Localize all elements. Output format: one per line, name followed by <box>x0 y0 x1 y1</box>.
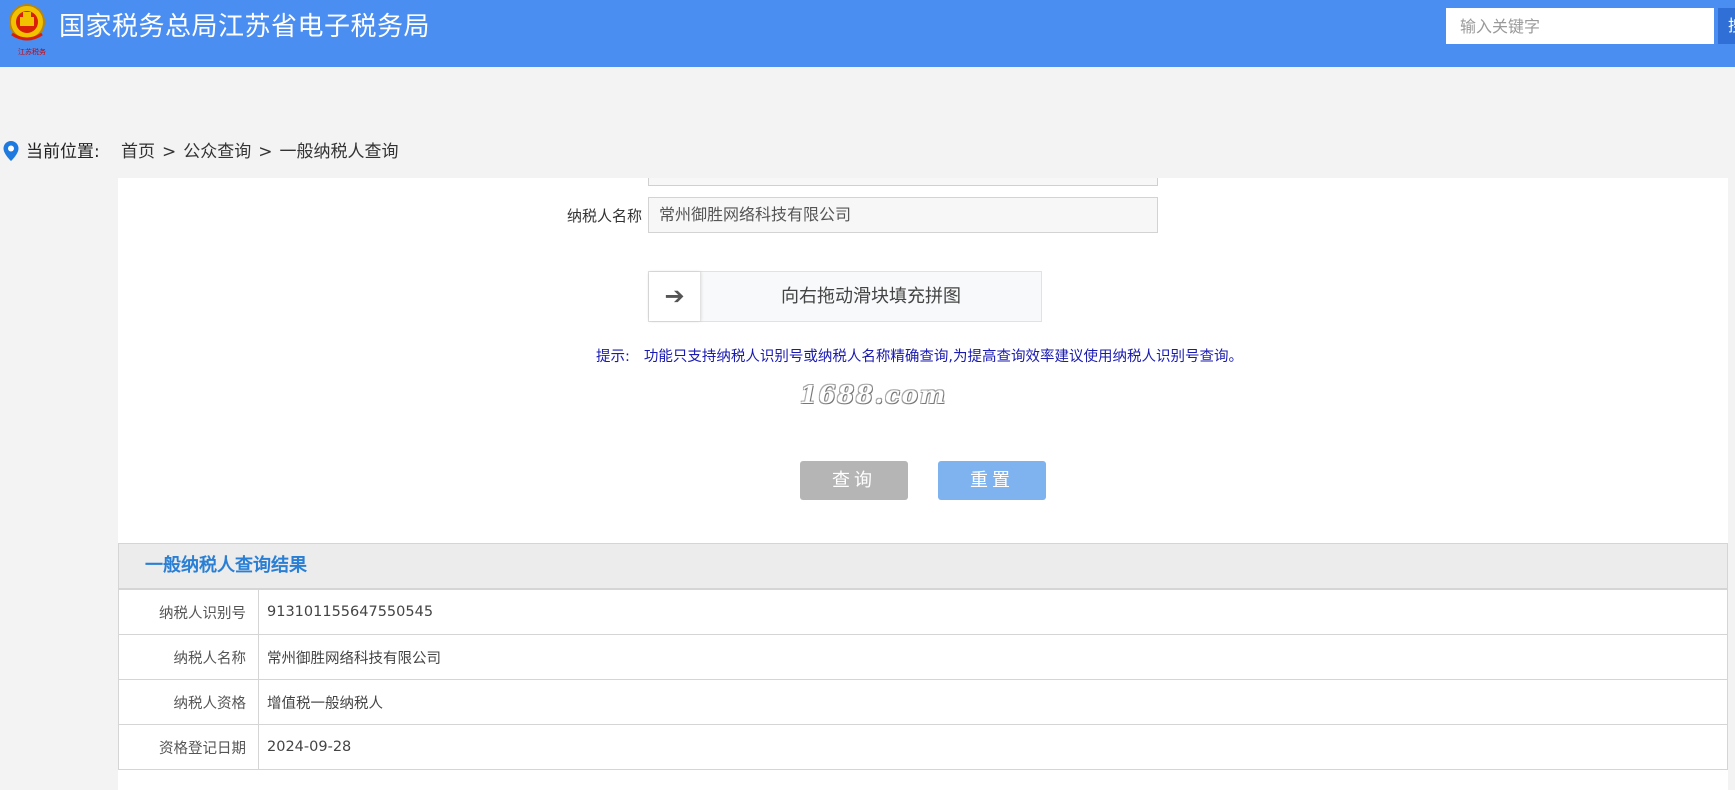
query-tip: 提示: 功能只支持纳税人识别号或纳税人名称精确查询,为提高查询效率建议使用纳税人识… <box>596 346 1243 368</box>
row-value: 增值税一般纳税人 <box>258 679 1728 725</box>
table-row: 资格登记日期 2024-09-28 <box>118 724 1728 770</box>
result-title: 一般纳税人查询结果 <box>145 555 307 576</box>
logo-caption: 江苏税务 <box>18 48 46 56</box>
breadcrumb-public-query[interactable]: 公众查询 <box>183 139 251 165</box>
row-value: 2024-09-28 <box>258 724 1728 770</box>
taxpayer-name-input[interactable]: 常州御胜网络科技有限公司 <box>648 197 1158 233</box>
taxpayer-id-field[interactable] <box>648 178 1158 186</box>
row-label: 资格登记日期 <box>118 724 259 770</box>
breadcrumb-separator: > <box>258 142 273 162</box>
search-button[interactable]: 搜 <box>1718 8 1735 44</box>
result-header: 一般纳税人查询结果 <box>118 543 1728 589</box>
table-row: 纳税人识别号 913101155647550545 <box>118 589 1728 635</box>
result-table: 纳税人识别号 913101155647550545 纳税人名称 常州御胜网络科技… <box>118 589 1728 770</box>
taxpayer-name-label: 纳税人名称 <box>566 207 642 225</box>
reset-button[interactable]: 重置 <box>938 461 1046 500</box>
emblem-icon <box>9 4 45 41</box>
slider-instruction: 向右拖动滑块填充拼图 <box>781 286 961 307</box>
row-value: 913101155647550545 <box>258 589 1728 635</box>
location-pin-icon <box>3 141 19 161</box>
search-input[interactable] <box>1446 8 1714 44</box>
breadcrumb-label: 当前位置: <box>26 142 100 162</box>
breadcrumb-current-page: 一般纳税人查询 <box>279 142 399 162</box>
slider-captcha[interactable]: ➔ 向右拖动滑块填充拼图 <box>648 271 1042 322</box>
watermark: 1688.com <box>800 380 948 409</box>
table-row: 纳税人资格 增值税一般纳税人 <box>118 679 1728 725</box>
slider-handle[interactable]: ➔ <box>649 272 701 321</box>
tip-label: 提示: <box>596 349 630 365</box>
site-header: 江苏税务 国家税务总局江苏省电子税务局 搜 <box>0 0 1735 67</box>
query-button[interactable]: 查询 <box>800 461 908 500</box>
table-row: 纳税人名称 常州御胜网络科技有限公司 <box>118 634 1728 680</box>
tax-bureau-logo[interactable]: 江苏税务 <box>6 2 48 56</box>
row-value: 常州御胜网络科技有限公司 <box>258 634 1728 680</box>
breadcrumb: 首页 > 公众查询 > 一般纳税人查询 <box>121 139 399 165</box>
site-title: 国家税务总局江苏省电子税务局 <box>59 12 431 42</box>
tip-text: 功能只支持纳税人识别号或纳税人名称精确查询,为提高查询效率建议使用纳税人识别号查… <box>643 349 1243 365</box>
row-label: 纳税人识别号 <box>118 589 259 635</box>
row-label: 纳税人名称 <box>118 634 259 680</box>
row-label: 纳税人资格 <box>118 679 259 725</box>
arrow-right-icon: ➔ <box>664 282 685 310</box>
breadcrumb-home[interactable]: 首页 <box>121 139 155 165</box>
breadcrumb-separator: > <box>162 142 177 162</box>
